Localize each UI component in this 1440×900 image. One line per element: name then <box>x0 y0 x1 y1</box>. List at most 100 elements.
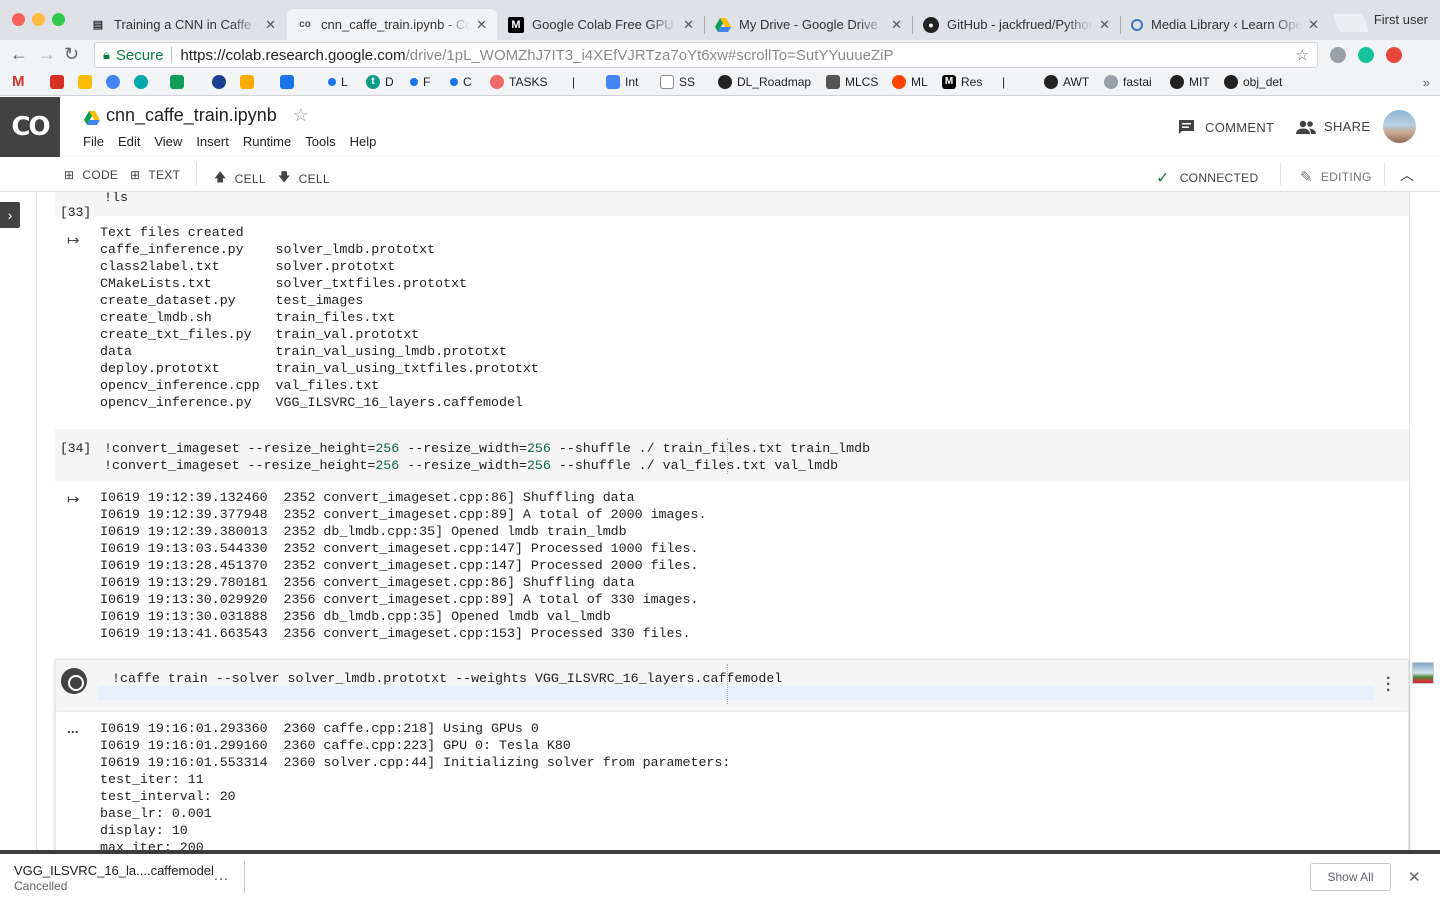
plus-box-icon: ⊞ <box>64 168 75 182</box>
arrow-up-icon: 🡅︎ <box>214 170 227 184</box>
cell-more-icon[interactable]: · · · <box>1386 671 1391 699</box>
arrow-down-icon: 🡇︎ <box>278 170 291 184</box>
bookmark-ml[interactable]: ML <box>892 75 928 89</box>
add-code-cell-button[interactable]: ⊞ CODE <box>64 168 118 182</box>
close-tab-icon[interactable]: ✕ <box>1308 17 1319 33</box>
bookmark-fastai[interactable]: fastai <box>1104 75 1152 89</box>
menu-edit[interactable]: Edit <box>118 134 140 149</box>
comment-icon <box>1179 120 1194 134</box>
more-bookmarks-icon[interactable]: » <box>1423 75 1430 90</box>
bookmark-separator: | <box>1002 75 1006 89</box>
menu-file[interactable]: File <box>83 134 104 149</box>
browser-tab-media-library[interactable]: Media Library ‹ Learn Open ✕ <box>1121 9 1329 40</box>
output-arrow-icon[interactable]: ↦ <box>67 490 80 508</box>
editing-mode-button[interactable]: ✎ EDITING <box>1300 168 1372 186</box>
browser-tab-strip: ▤ Training a CNN in Caffe - H ✕ co cnn_c… <box>0 0 1440 40</box>
close-shelf-icon[interactable]: ✕ <box>1408 868 1421 886</box>
bookmark-icon[interactable] <box>170 75 189 89</box>
medium-icon: M <box>508 16 524 33</box>
add-text-cell-button[interactable]: ⊞ TEXT <box>130 168 180 182</box>
close-tab-icon[interactable]: ✕ <box>1099 17 1110 33</box>
bookmark-mlcs[interactable]: MLCS <box>826 75 878 89</box>
bookmark-star-icon[interactable]: ☆ <box>1296 46 1309 64</box>
menu-tools[interactable]: Tools <box>305 134 335 149</box>
minimize-window-button[interactable] <box>32 13 45 26</box>
cell-running-code[interactable]: !caffe train --solver solver_lmdb.protot… <box>112 670 782 687</box>
grammarly-icon[interactable] <box>1358 47 1374 63</box>
bookmark-icon[interactable] <box>50 75 69 89</box>
bookmark-icon[interactable] <box>134 75 153 89</box>
output-arrow-icon[interactable]: ↦ <box>67 231 80 249</box>
stop-execution-button[interactable] <box>61 668 87 694</box>
browser-tab-drive[interactable]: My Drive - Google Drive ✕ <box>705 9 912 40</box>
drive-bookmark-icon[interactable] <box>78 75 97 89</box>
menu-insert[interactable]: Insert <box>196 134 229 149</box>
drive-icon <box>715 17 731 33</box>
cell-34-code[interactable]: !convert_imageset --resize_height=256 --… <box>104 440 870 474</box>
download-file-name[interactable]: VGG_ILSVRC_16_la....caffemodel <box>14 863 214 878</box>
close-tab-icon[interactable]: ✕ <box>265 17 276 33</box>
bookmark-l[interactable]: L <box>328 75 348 89</box>
collapse-header-icon[interactable]: ︿ <box>1400 165 1414 185</box>
forward-arrow-icon[interactable]: → <box>38 44 56 65</box>
cell-33-code[interactable]: !ls <box>104 192 128 206</box>
bookmark-icon[interactable] <box>280 75 299 89</box>
download-status: Cancelled <box>14 879 68 893</box>
star-icon[interactable]: ☆ <box>293 105 309 126</box>
close-window-button[interactable] <box>12 13 25 26</box>
bookmark-obj-det[interactable]: obj_det <box>1224 75 1282 89</box>
analytics-icon[interactable] <box>240 75 259 89</box>
bookmark-c[interactable]: C <box>450 75 472 89</box>
profile-name[interactable]: First user <box>1374 12 1428 27</box>
maximize-window-button[interactable] <box>52 13 65 26</box>
notebook-toolbar: ⊞ CODE ⊞ TEXT 🡅︎ CELL 🡇︎ CELL ✓ CONNECTE… <box>0 157 1440 192</box>
connection-status[interactable]: ✓ CONNECTED <box>1156 168 1258 188</box>
browser-tab-training-cnn[interactable]: ▤ Training a CNN in Caffe - H ✕ <box>80 9 286 40</box>
close-tab-icon[interactable]: ✕ <box>891 17 902 33</box>
move-cell-up-button[interactable]: 🡅︎ CELL <box>214 168 266 189</box>
menu-help[interactable]: Help <box>350 134 377 149</box>
cell-33-prompt: [33] <box>60 205 92 220</box>
close-tab-icon[interactable]: ✕ <box>476 17 487 33</box>
notebook-name[interactable]: cnn_caffe_train.ipynb <box>106 105 277 126</box>
comment-button[interactable]: COMMENT <box>1178 119 1274 135</box>
bookmark-icon[interactable] <box>106 75 125 89</box>
gmail-icon[interactable]: M <box>12 73 25 90</box>
close-tab-icon[interactable]: ✕ <box>683 17 694 33</box>
bookmark-res[interactable]: M Res <box>942 75 982 89</box>
bookmark-mit[interactable]: MIT <box>1170 75 1210 89</box>
menu-runtime[interactable]: Runtime <box>243 134 291 149</box>
move-cell-down-button[interactable]: 🡇︎ CELL <box>278 168 330 189</box>
show-all-downloads-button[interactable]: Show All <box>1310 863 1391 891</box>
jio-icon[interactable] <box>212 75 231 89</box>
url-host: https://colab.research.google.com <box>180 46 406 64</box>
browser-tab-medium[interactable]: M Google Colab Free GPU Tut ✕ <box>498 9 704 40</box>
reload-icon[interactable]: ↻ <box>64 44 79 65</box>
download-shelf: VGG_ILSVRC_16_la....caffemodel Cancelled… <box>0 850 1440 900</box>
download-more-icon[interactable]: … <box>213 867 229 885</box>
running-indicator-icon: ... <box>67 720 79 736</box>
bookmark-int[interactable]: Int <box>606 75 638 89</box>
menu-view[interactable]: View <box>154 134 182 149</box>
address-bar[interactable]: 🔒︎ Secure https://colab.research.google.… <box>94 42 1318 68</box>
bookmark-tasks[interactable]: TASKS <box>490 75 547 89</box>
document-icon: ▤ <box>92 19 104 31</box>
share-button[interactable]: SHARE <box>1296 119 1370 134</box>
bookmark-dl-roadmap[interactable]: DL_Roadmap <box>718 75 811 89</box>
extension-red-icon[interactable] <box>1386 47 1402 63</box>
browser-tab-colab[interactable]: co cnn_caffe_train.ipynb - Cola ✕ <box>287 9 497 40</box>
bookmark-d[interactable]: tD <box>366 75 394 89</box>
new-tab-button[interactable] <box>1332 14 1370 32</box>
colab-logo[interactable]: CO <box>0 97 60 157</box>
bookmarks-bar: M L tD F C TASKS | Int SS DL_Roadmap MLC… <box>0 70 1440 96</box>
avatar[interactable] <box>1383 110 1416 143</box>
plus-box-icon: ⊞ <box>130 168 141 182</box>
browser-tab-github[interactable]: ● GitHub - jackfrued/Python- ✕ <box>913 9 1120 40</box>
bookmark-awt[interactable]: AWT <box>1044 75 1089 89</box>
code-cell-33[interactable] <box>55 192 1409 216</box>
back-arrow-icon[interactable]: ← <box>10 44 28 65</box>
extension-icon[interactable] <box>1330 47 1346 63</box>
bookmark-ss[interactable]: SS <box>660 75 695 89</box>
bookmark-f[interactable]: F <box>410 75 430 89</box>
open-sidebar-icon[interactable]: › <box>0 202 20 228</box>
